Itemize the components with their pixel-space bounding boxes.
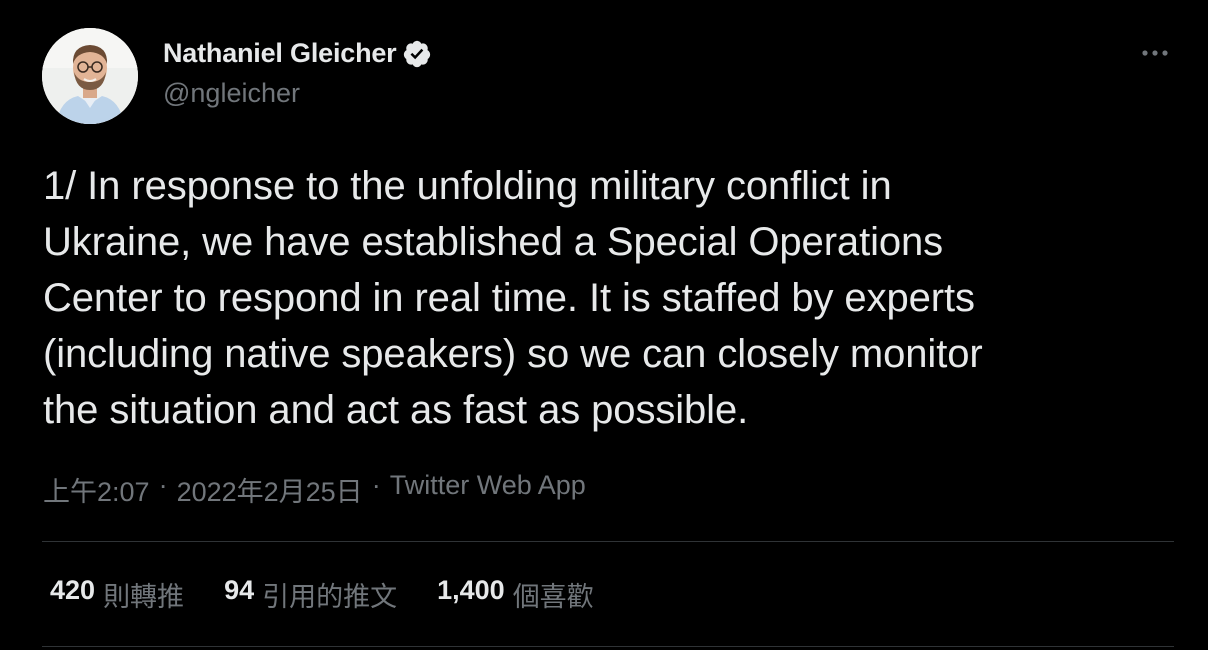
retweets-stat[interactable]: 420 則轉推 (50, 575, 184, 614)
retweets-count: 420 (50, 575, 96, 605)
tweet-detail: Nathaniel Gleicher @ngleicher 1/ In resp… (0, 0, 1208, 650)
tweet-source[interactable]: Twitter Web App (390, 470, 586, 509)
tweet-stats: 420 則轉推 94 引用的推文 1,400 個喜歡 (50, 575, 634, 614)
tweet-time[interactable]: 上午2:07 (43, 470, 150, 509)
profile-photo-icon (42, 28, 138, 124)
likes-stat[interactable]: 1,400 個喜歡 (437, 575, 594, 614)
divider-bottom (42, 646, 1174, 647)
quote-tweets-stat[interactable]: 94 引用的推文 (224, 575, 397, 614)
meta-separator: · (371, 470, 381, 500)
author-avatar[interactable] (42, 28, 138, 124)
meta-separator: · (158, 470, 168, 500)
verified-badge-icon (402, 39, 432, 69)
tweet-text: 1/ In response to the unfolding military… (43, 164, 983, 432)
author-name-row: Nathaniel Gleicher (163, 38, 432, 69)
divider-top (42, 541, 1174, 542)
tweet-metadata: 上午2:07 · 2022年2月25日 · Twitter Web App (43, 470, 586, 509)
author-display-name[interactable]: Nathaniel Gleicher (163, 38, 397, 69)
retweets-label: 則轉推 (103, 582, 185, 612)
author-handle[interactable]: @ngleicher (163, 78, 300, 109)
likes-label: 個喜歡 (512, 582, 594, 612)
tweet-date[interactable]: 2022年2月25日 (177, 470, 363, 509)
quote-tweets-label: 引用的推文 (262, 582, 398, 612)
more-horizontal-icon (1142, 50, 1168, 56)
likes-count: 1,400 (437, 575, 505, 605)
more-options-button[interactable] (1132, 38, 1178, 68)
quote-tweets-count: 94 (224, 575, 255, 605)
